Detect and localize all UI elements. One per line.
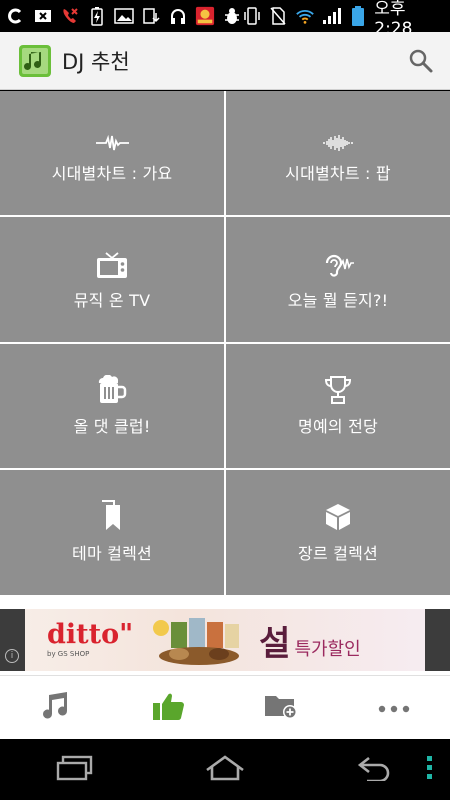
tv-icon bbox=[96, 249, 128, 279]
app-bar: DJ 추천 bbox=[0, 32, 450, 90]
app-icon bbox=[195, 6, 215, 26]
menu-grid: 시대별차트 : 가요 시대별차트 : 팝 뮤직 온 TV 오늘 뭘 듣지?! 올… bbox=[0, 91, 450, 595]
ad-promo: 설 특가할인 bbox=[259, 616, 361, 665]
tile-label: 시대별차트 : 팝 bbox=[285, 164, 391, 183]
ad-promo-big: 설 bbox=[259, 623, 291, 664]
recent-apps-icon bbox=[55, 755, 95, 785]
c-icon bbox=[6, 6, 26, 26]
ad-goods-image bbox=[149, 614, 249, 666]
tile-label: 올 댓 클럽! bbox=[73, 417, 151, 436]
tab-more[interactable] bbox=[338, 676, 450, 739]
download-icon bbox=[141, 6, 161, 26]
music-note-icon bbox=[40, 691, 72, 725]
vibrate-icon bbox=[242, 6, 262, 26]
tile-era-chart-kpop[interactable]: 시대별차트 : 가요 bbox=[0, 91, 224, 215]
thumbs-up-icon bbox=[152, 691, 186, 725]
folder-add-icon bbox=[264, 692, 298, 724]
tab-music[interactable] bbox=[0, 676, 113, 739]
tile-era-chart-pop[interactable]: 시대별차트 : 팝 bbox=[226, 91, 450, 215]
back-icon bbox=[355, 755, 395, 785]
missed-call-icon bbox=[60, 6, 80, 26]
headset-icon bbox=[168, 6, 188, 26]
tile-label: 오늘 뭘 듣지?! bbox=[287, 290, 389, 310]
recent-apps-button[interactable] bbox=[0, 755, 150, 785]
signal-icon bbox=[322, 6, 342, 26]
waveform-dense-icon bbox=[321, 122, 355, 152]
cube-icon bbox=[323, 502, 353, 532]
menu-dot bbox=[427, 774, 432, 779]
tile-label: 테마 컬렉션 bbox=[72, 543, 152, 563]
tile-all-that-club[interactable]: 올 댓 클럽! bbox=[0, 344, 224, 468]
tile-label: 명예의 전당 bbox=[298, 417, 378, 436]
app-title: DJ 추천 bbox=[62, 49, 130, 74]
system-nav-bar bbox=[0, 740, 450, 800]
bottom-tab-bar bbox=[0, 675, 450, 739]
menu-dot bbox=[427, 765, 432, 770]
home-button[interactable] bbox=[150, 754, 300, 786]
gallery-icon bbox=[114, 6, 134, 26]
bug-icon bbox=[222, 6, 242, 26]
ad-banner[interactable]: ditto" by GS SHOP 설 특가할인 bbox=[25, 609, 425, 671]
ad-container[interactable]: i ditto" by GS SHOP 설 특가할인 bbox=[0, 609, 450, 671]
ad-info-icon[interactable]: i bbox=[5, 649, 19, 663]
bookmark-icon bbox=[100, 499, 124, 532]
status-bar-left bbox=[6, 6, 242, 26]
overflow-menu-icon[interactable] bbox=[427, 756, 432, 779]
ad-brand-logo: ditto" bbox=[47, 619, 134, 650]
no-sim-icon bbox=[269, 6, 288, 26]
trophy-icon bbox=[324, 375, 352, 405]
charging-icon bbox=[87, 6, 107, 26]
tile-label: 장르 컬렉션 bbox=[298, 543, 378, 563]
tile-label: 뮤직 온 TV bbox=[73, 290, 151, 310]
ad-banner-area: i ditto" by GS SHOP 설 특가할인 bbox=[0, 595, 450, 675]
music-note-logo-icon[interactable] bbox=[18, 44, 52, 78]
ad-brand-sub: by GS SHOP bbox=[47, 650, 90, 658]
tile-music-on-tv[interactable]: 뮤직 온 TV bbox=[0, 217, 224, 342]
home-icon bbox=[203, 754, 247, 786]
menu-dot bbox=[427, 756, 432, 761]
notification-icon bbox=[33, 6, 53, 26]
battery-icon bbox=[349, 6, 368, 26]
tile-hall-of-fame[interactable]: 명예의 전당 bbox=[226, 344, 450, 468]
more-icon bbox=[378, 698, 410, 717]
ear-sound-icon bbox=[321, 249, 355, 279]
wifi-icon bbox=[295, 6, 315, 26]
waveform-small-icon bbox=[95, 122, 129, 152]
beer-mug-icon bbox=[96, 375, 128, 405]
tab-recommend[interactable] bbox=[113, 676, 226, 739]
ad-brand: ditto" by GS SHOP bbox=[47, 619, 134, 658]
tile-theme-collection[interactable]: 테마 컬렉션 bbox=[0, 470, 224, 595]
ad-promo-small: 특가할인 bbox=[294, 638, 361, 660]
tile-what-to-listen[interactable]: 오늘 뭘 듣지?! bbox=[226, 217, 450, 342]
tile-genre-collection[interactable]: 장르 컬렉션 bbox=[226, 470, 450, 595]
tab-folder-add[interactable] bbox=[225, 676, 338, 739]
tile-label: 시대별차트 : 가요 bbox=[51, 164, 173, 183]
search-icon[interactable] bbox=[406, 46, 436, 76]
status-bar: 오후 2:28 bbox=[0, 0, 450, 39]
